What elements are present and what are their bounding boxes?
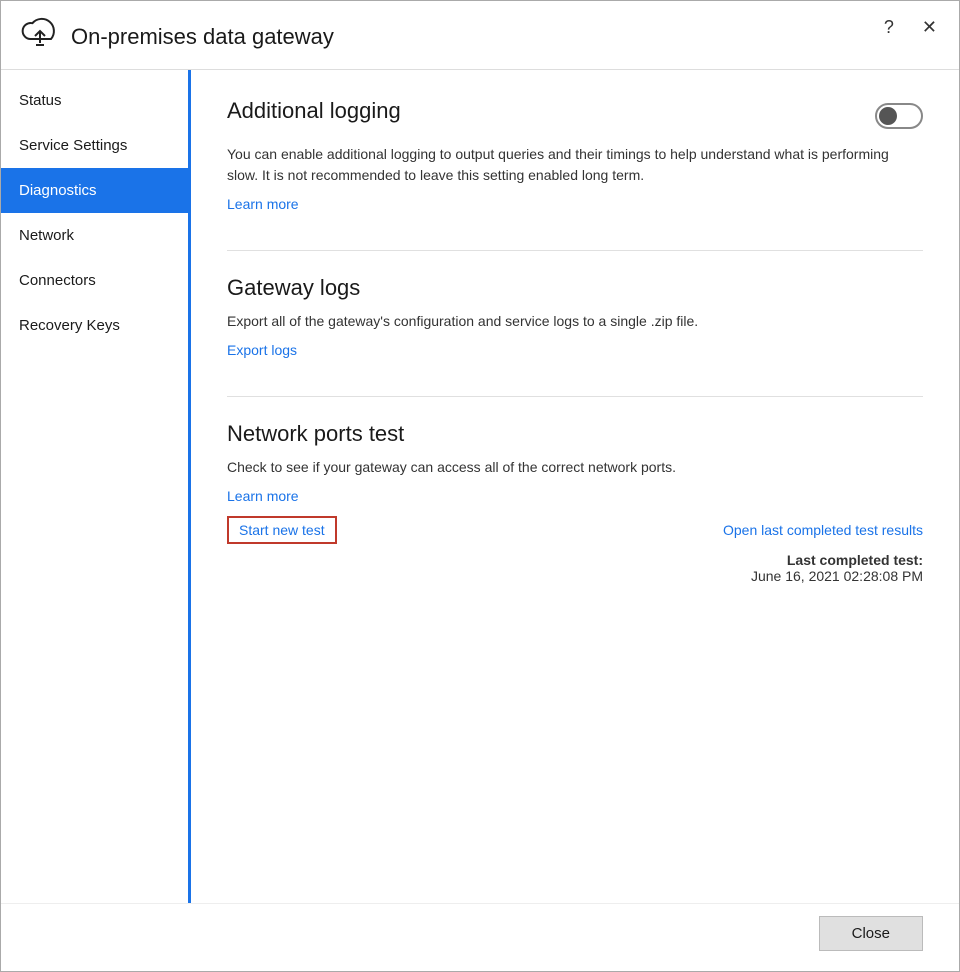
export-logs-link[interactable]: Export logs (227, 342, 297, 358)
network-ports-test-section: Network ports test Check to see if your … (227, 421, 923, 584)
sidebar-item-service-settings[interactable]: Service Settings (1, 123, 188, 168)
sidebar: Status Service Settings Diagnostics Netw… (1, 70, 191, 903)
app-icon (21, 17, 59, 57)
sidebar-item-status[interactable]: Status (1, 78, 188, 123)
gateway-logs-title: Gateway logs (227, 275, 923, 301)
app-window: On-premises data gateway ? ✕ Status Serv… (0, 0, 960, 972)
title-bar: On-premises data gateway ? ✕ (1, 1, 959, 70)
sidebar-item-recovery-keys[interactable]: Recovery Keys (1, 303, 188, 348)
network-ports-test-desc: Check to see if your gateway can access … (227, 457, 923, 478)
additional-logging-section: Additional logging You can enable additi… (227, 98, 923, 214)
divider-2 (227, 396, 923, 397)
window-controls: ? ✕ (878, 15, 943, 40)
additional-logging-title: Additional logging (227, 98, 401, 124)
help-button[interactable]: ? (878, 15, 900, 40)
network-ports-test-title: Network ports test (227, 421, 923, 447)
additional-logging-desc: You can enable additional logging to out… (227, 144, 923, 186)
additional-logging-learn-more[interactable]: Learn more (227, 196, 299, 212)
divider-1 (227, 250, 923, 251)
start-new-test-button[interactable]: Start new test (227, 516, 337, 544)
main-content: Status Service Settings Diagnostics Netw… (1, 70, 959, 903)
footer: Close (1, 903, 959, 971)
sidebar-item-diagnostics[interactable]: Diagnostics (1, 168, 188, 213)
gateway-logs-desc: Export all of the gateway's configuratio… (227, 311, 923, 332)
close-window-button[interactable]: ✕ (916, 15, 943, 40)
app-title: On-premises data gateway (71, 24, 334, 50)
network-ports-learn-more[interactable]: Learn more (227, 488, 923, 504)
sidebar-item-network[interactable]: Network (1, 213, 188, 258)
content-area: Additional logging You can enable additi… (191, 70, 959, 903)
gateway-logs-section: Gateway logs Export all of the gateway's… (227, 275, 923, 360)
toggle-knob (879, 107, 897, 125)
sidebar-item-connectors[interactable]: Connectors (1, 258, 188, 303)
additional-logging-toggle[interactable] (875, 103, 923, 129)
additional-logging-header: Additional logging (227, 98, 923, 134)
open-last-results-link[interactable]: Open last completed test results (723, 522, 923, 538)
last-completed-date: June 16, 2021 02:28:08 PM (751, 568, 923, 584)
test-action-row: Start new test Open last completed test … (227, 516, 923, 544)
last-completed-label: Last completed test: (787, 552, 923, 568)
last-completed-info: Last completed test: June 16, 2021 02:28… (227, 552, 923, 584)
close-button[interactable]: Close (819, 916, 923, 951)
